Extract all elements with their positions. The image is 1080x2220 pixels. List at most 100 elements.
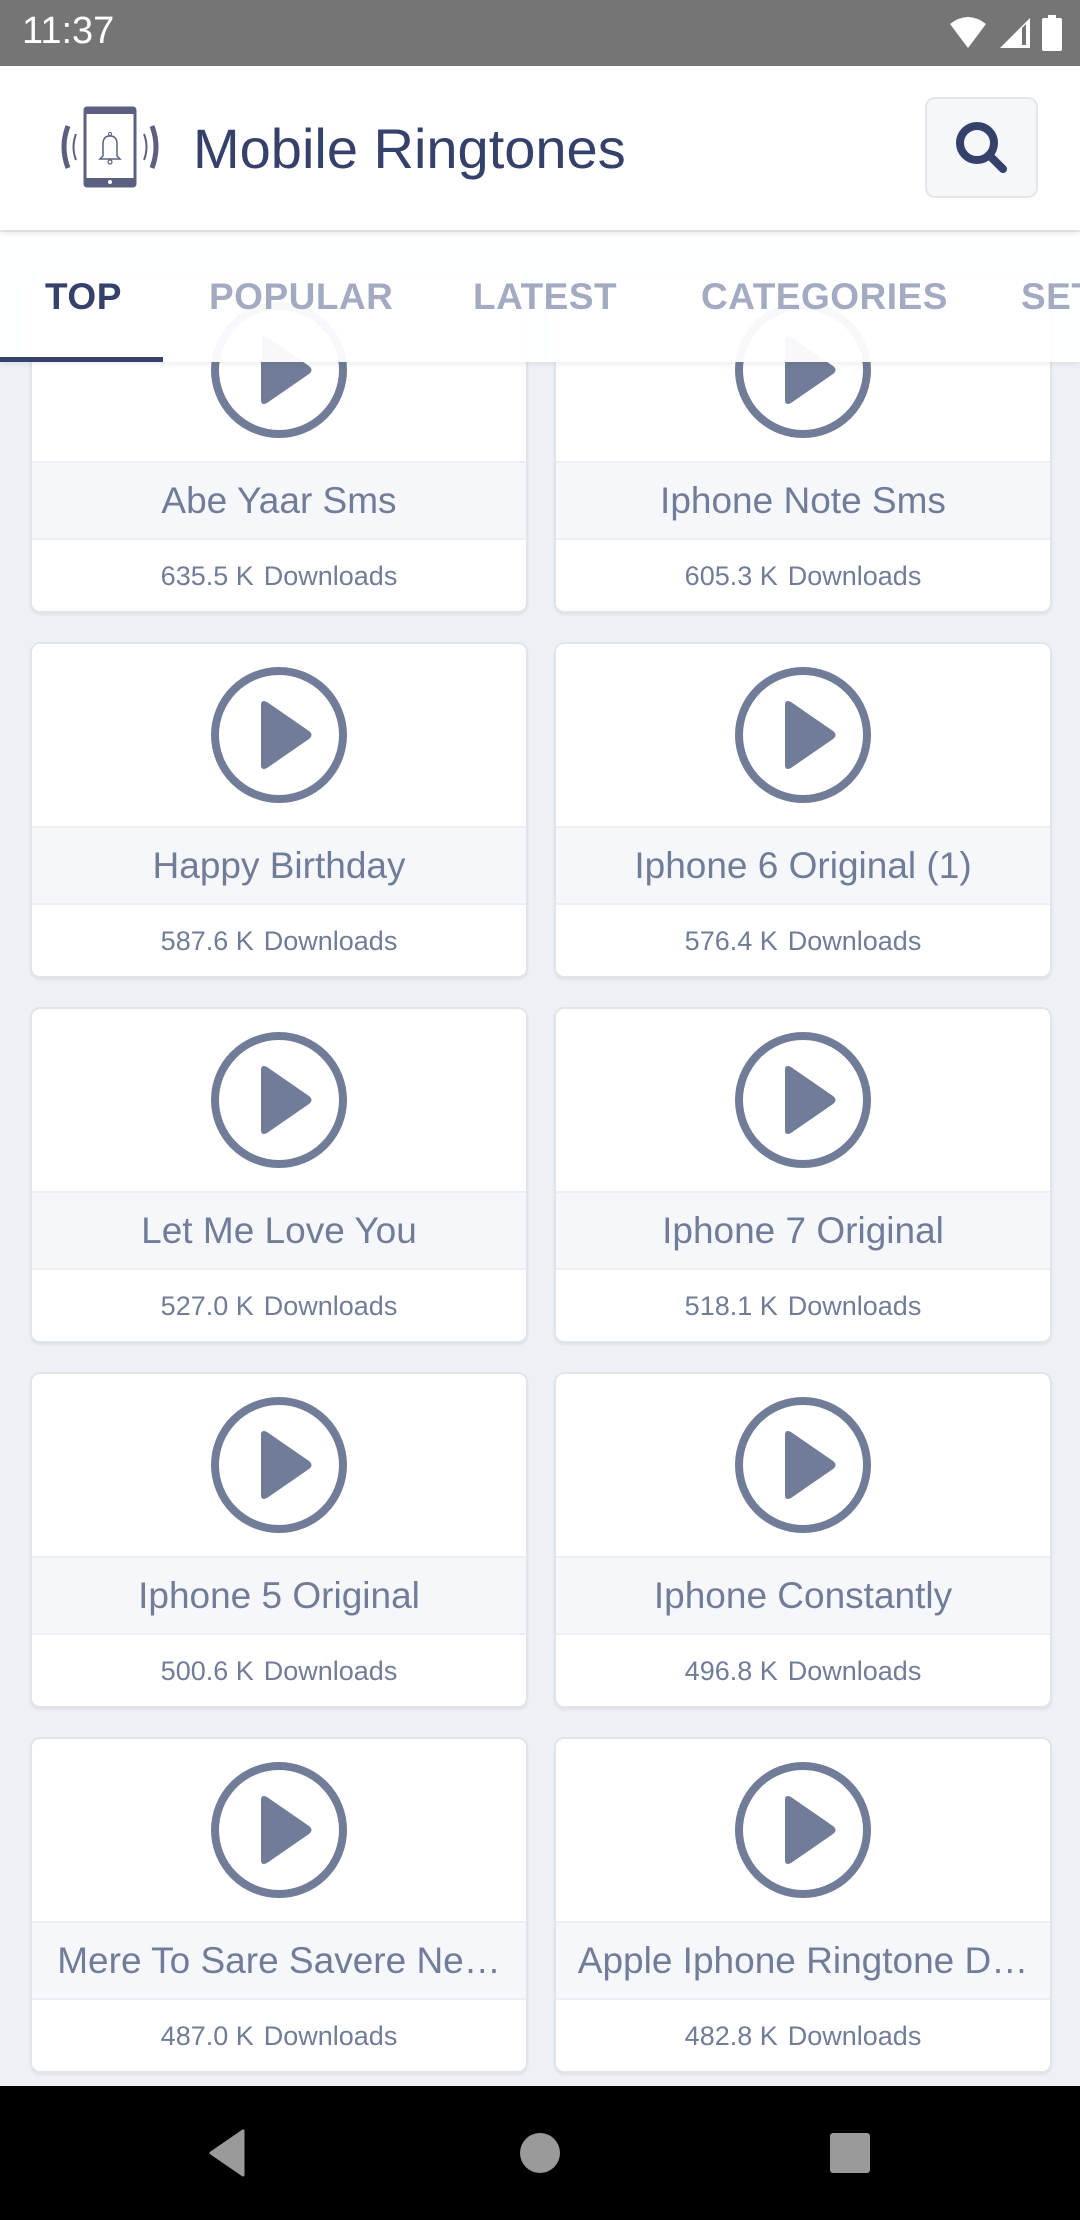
status-bar: 11:37 <box>0 0 1080 66</box>
tab-categories[interactable]: CATEGORIES <box>701 276 948 318</box>
download-count: 487.0 K Downloads <box>32 2000 526 2071</box>
download-count-label: Downloads <box>263 926 398 956</box>
ringtone-title: Apple Iphone Ringtone D… <box>577 1939 1029 1981</box>
title-band: Iphone 5 Original <box>32 1556 526 1635</box>
ringtone-title: Mere To Sare Savere Ne… <box>57 1939 501 1981</box>
play-circle-icon[interactable] <box>209 1395 349 1535</box>
download-count: 500.6 K Downloads <box>32 1635 526 1706</box>
download-count-value: 518.1 K <box>684 1291 778 1321</box>
play-area[interactable] <box>556 1009 1050 1191</box>
title-band: Let Me Love You <box>32 1191 526 1270</box>
play-circle-icon[interactable] <box>209 665 349 805</box>
play-circle-icon[interactable] <box>733 1030 873 1170</box>
title-band: Iphone Constantly <box>556 1556 1050 1635</box>
ringtone-title: Happy Birthday <box>152 844 406 886</box>
ringtone-card[interactable]: Iphone 5 Original 500.6 K Downloads <box>30 1372 528 1708</box>
navigation-bar <box>0 2086 1080 2220</box>
ringtone-card[interactable]: Apple Iphone Ringtone D… 482.8 K Downloads <box>554 1737 1052 2073</box>
recents-icon <box>830 2133 870 2173</box>
download-count-value: 527.0 K <box>160 1291 254 1321</box>
cellular-signal-icon <box>1000 18 1030 48</box>
title-band: Apple Iphone Ringtone D… <box>556 1921 1050 2000</box>
active-tab-indicator <box>0 357 163 362</box>
download-count-value: 587.6 K <box>160 926 254 956</box>
download-count-value: 576.4 K <box>684 926 778 956</box>
title-band: Iphone Note Sms <box>556 461 1050 540</box>
download-count-label: Downloads <box>263 1656 398 1686</box>
app-title: Mobile Ringtones <box>193 117 626 180</box>
phone-ringing-bell-icon <box>61 106 159 188</box>
search-button[interactable] <box>925 97 1038 198</box>
back-button[interactable] <box>160 2086 294 2220</box>
title-band: Happy Birthday <box>32 826 526 905</box>
play-area[interactable] <box>32 1739 526 1921</box>
play-area[interactable] <box>556 1374 1050 1556</box>
ringtone-card[interactable]: Iphone Constantly 496.8 K Downloads <box>554 1372 1052 1708</box>
recents-button[interactable] <box>783 2086 917 2220</box>
download-count-value: 482.8 K <box>684 2021 778 2051</box>
play-circle-icon[interactable] <box>733 665 873 805</box>
screen: 11:37 Mobile Ringtones TOP POPULAR LATES… <box>0 0 1080 2220</box>
download-count-value: 605.3 K <box>684 561 778 591</box>
download-count-value: 500.6 K <box>160 1656 254 1686</box>
ringtone-title: Let Me Love You <box>141 1209 417 1251</box>
download-count-label: Downloads <box>263 561 398 591</box>
play-area[interactable] <box>32 1374 526 1556</box>
download-count: 576.4 K Downloads <box>556 905 1050 976</box>
download-count: 527.0 K Downloads <box>32 1270 526 1341</box>
ringtone-card[interactable]: Mere To Sare Savere Ne… 487.0 K Downloads <box>30 1737 528 2073</box>
title-band: Iphone 7 Original <box>556 1191 1050 1270</box>
status-icons <box>948 14 1062 52</box>
download-count: 518.1 K Downloads <box>556 1270 1050 1341</box>
ringtone-card[interactable]: Iphone 7 Original 518.1 K Downloads <box>554 1007 1052 1343</box>
title-band: Abe Yaar Sms <box>32 461 526 540</box>
download-count: 482.8 K Downloads <box>556 2000 1050 2071</box>
status-time: 11:37 <box>22 10 115 52</box>
title-band: Mere To Sare Savere Ne… <box>32 1921 526 2000</box>
back-icon <box>209 2129 245 2177</box>
download-count: 605.3 K Downloads <box>556 540 1050 611</box>
app-bar: Mobile Ringtones <box>0 66 1080 230</box>
tab-latest[interactable]: LATEST <box>473 276 617 318</box>
ringtone-card[interactable]: Happy Birthday 587.6 K Downloads <box>30 642 528 978</box>
search-icon <box>955 121 1007 173</box>
download-count-label: Downloads <box>787 2021 922 2051</box>
play-circle-icon[interactable] <box>733 1395 873 1535</box>
play-area[interactable] <box>32 644 526 826</box>
play-circle-icon[interactable] <box>733 1760 873 1900</box>
ringtone-title: Iphone Note Sms <box>660 479 946 521</box>
download-count: 496.8 K Downloads <box>556 1635 1050 1706</box>
play-circle-icon[interactable] <box>209 1030 349 1170</box>
ringtone-title: Iphone 5 Original <box>138 1574 420 1616</box>
play-area[interactable] <box>556 1739 1050 1921</box>
download-count-value: 635.5 K <box>160 561 254 591</box>
download-count-label: Downloads <box>787 1291 922 1321</box>
download-count-value: 496.8 K <box>684 1656 778 1686</box>
tab-top[interactable]: TOP <box>45 276 122 318</box>
download-count-label: Downloads <box>263 2021 398 2051</box>
tab-settings[interactable]: SET <box>1021 276 1080 318</box>
download-count-label: Downloads <box>263 1291 398 1321</box>
download-count-label: Downloads <box>787 926 922 956</box>
ringtone-title: Iphone 6 Original (1) <box>634 844 972 886</box>
download-count-value: 487.0 K <box>160 2021 254 2051</box>
home-button[interactable] <box>473 2086 607 2220</box>
ringtone-title: Iphone Constantly <box>653 1574 953 1616</box>
download-count-label: Downloads <box>787 561 922 591</box>
download-count-label: Downloads <box>787 1656 922 1686</box>
title-band: Iphone 6 Original (1) <box>556 826 1050 905</box>
home-icon <box>520 2133 560 2173</box>
play-area[interactable] <box>556 644 1050 826</box>
download-count: 587.6 K Downloads <box>32 905 526 976</box>
tab-bar: TOP POPULAR LATEST CATEGORIES SET <box>0 232 1080 362</box>
play-area[interactable] <box>32 1009 526 1191</box>
ringtone-title: Iphone 7 Original <box>662 1209 944 1251</box>
download-count: 635.5 K Downloads <box>32 540 526 611</box>
ringtone-card[interactable]: Iphone 6 Original (1) 576.4 K Downloads <box>554 642 1052 978</box>
battery-icon <box>1042 15 1062 51</box>
ringtone-card[interactable]: Let Me Love You 527.0 K Downloads <box>30 1007 528 1343</box>
play-circle-icon[interactable] <box>209 1760 349 1900</box>
tab-popular[interactable]: POPULAR <box>209 276 393 318</box>
ringtone-title: Abe Yaar Sms <box>161 479 397 521</box>
wifi-icon <box>950 17 986 48</box>
